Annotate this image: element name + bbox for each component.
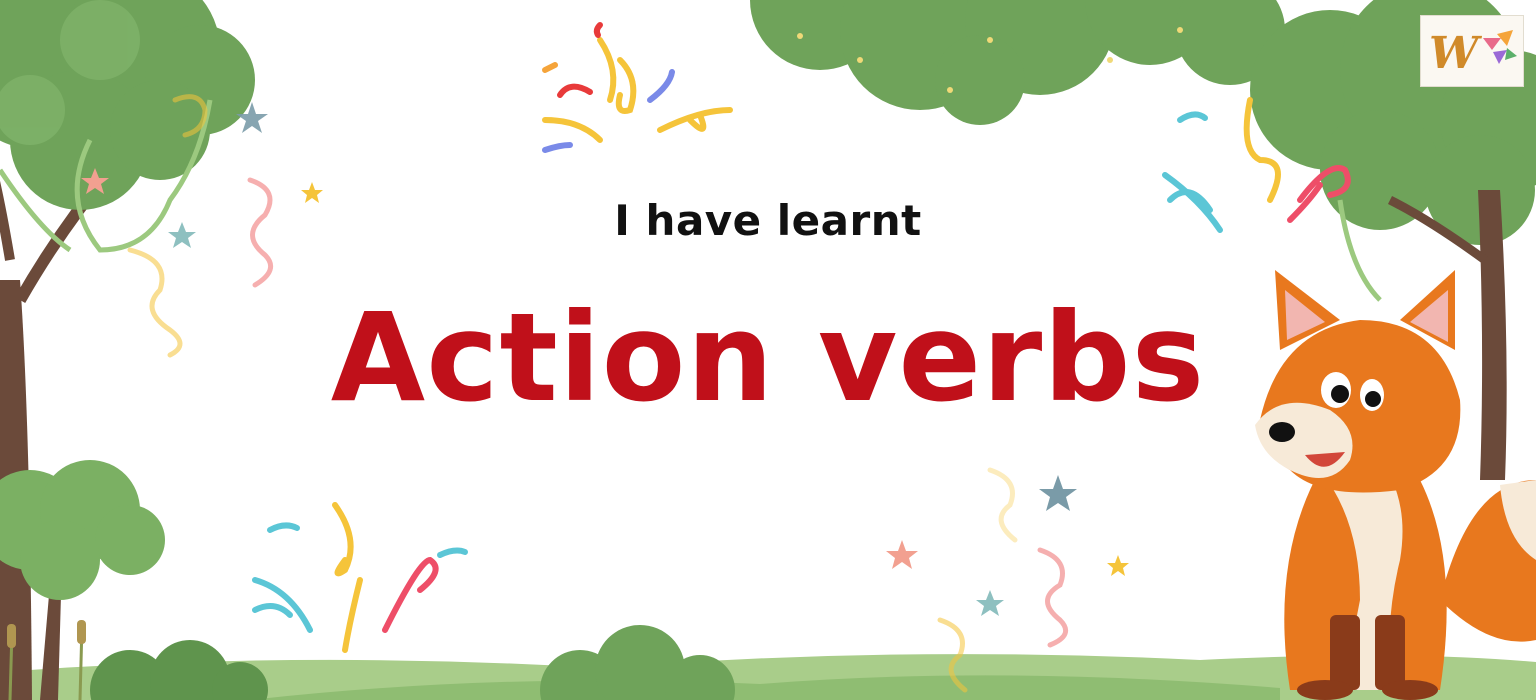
svg-text:W: W	[1429, 28, 1483, 79]
logo-w-icon: W	[1429, 28, 1517, 79]
top-canopy	[750, 0, 1285, 125]
slide-subtitle: I have learnt	[614, 196, 922, 245]
confetti-top	[542, 22, 733, 153]
brand-logo[interactable]: W	[1420, 15, 1524, 87]
slide-title: Action verbs	[330, 287, 1206, 429]
celebration-slide: W I have learnt Action verbs	[0, 0, 1536, 700]
confetti-bottom-left	[252, 502, 468, 653]
